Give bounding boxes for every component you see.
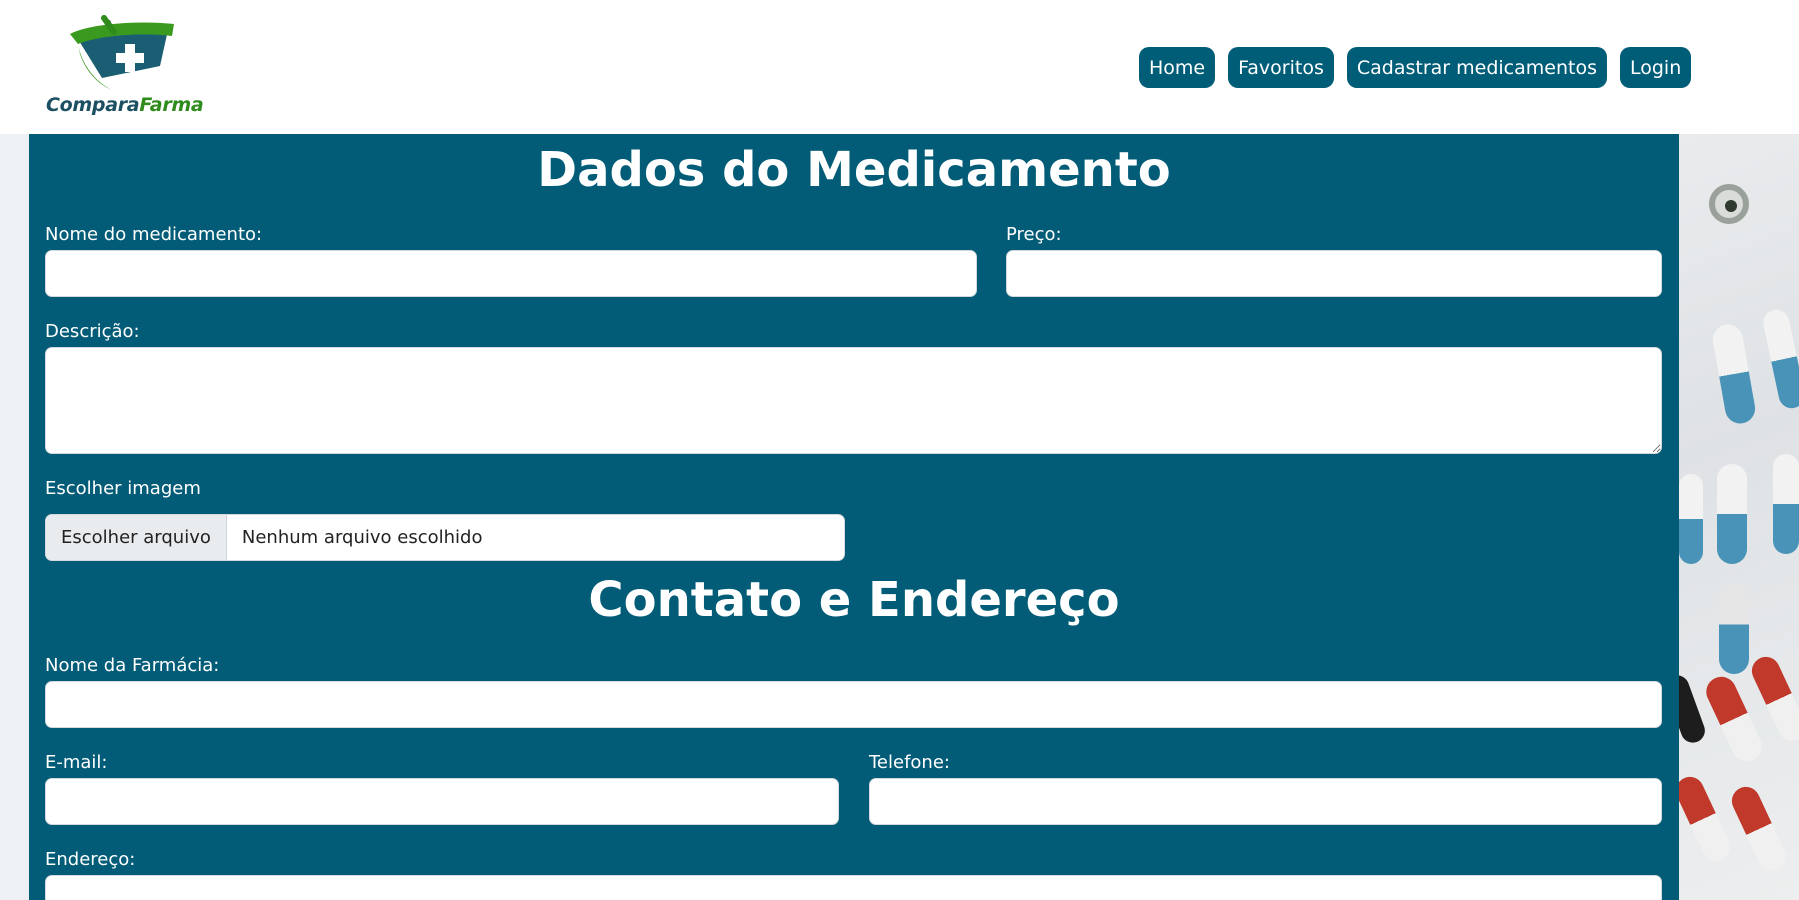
file-status: Nenhum arquivo escolhido (241, 527, 483, 548)
nome-medicamento-label: Nome do medicamento: (45, 224, 263, 245)
brand-name-part1: Compara (46, 94, 140, 116)
descricao-textarea[interactable] (45, 347, 1662, 454)
farmacia-label: Nome da Farmácia: (45, 655, 220, 676)
site-header: ComparaFarma Home Favoritos Cadastrar me… (0, 0, 1799, 134)
nav-login-button[interactable]: Login (1619, 47, 1692, 88)
telefone-input[interactable] (869, 778, 1662, 825)
brand-name-part2: Farma (139, 94, 204, 116)
imagem-label: Escolher imagem (45, 478, 201, 499)
farmacia-input[interactable] (45, 681, 1662, 728)
nav-favoritos-button[interactable]: Favoritos (1228, 47, 1334, 88)
telefone-label: Telefone: (869, 752, 950, 773)
logo[interactable]: ComparaFarma (44, 14, 204, 122)
nav-home-button[interactable]: Home (1139, 47, 1216, 88)
image-file-input[interactable]: Escolher arquivo Nenhum arquivo escolhid… (45, 514, 845, 561)
preco-label: Preço: (1006, 224, 1062, 245)
form-panel: Dados do Medicamento Nome do medicamento… (29, 134, 1679, 900)
preco-input[interactable] (1006, 250, 1662, 297)
endereco-label: Endereço: (45, 849, 136, 870)
section-title-contato: Contato e Endereço (588, 572, 1120, 628)
nav-cadastrar-button[interactable]: Cadastrar medicamentos (1346, 47, 1607, 88)
email-input[interactable] (45, 778, 839, 825)
pharmacy-basket-icon (70, 15, 174, 90)
pills-background-image (1679, 134, 1799, 900)
nome-medicamento-input[interactable] (45, 250, 977, 297)
section-title-medicamento: Dados do Medicamento (537, 142, 1171, 198)
choose-file-button[interactable]: Escolher arquivo (46, 515, 227, 560)
main-nav: Home Favoritos Cadastrar medicamentos Lo… (1139, 47, 1692, 88)
email-label: E-mail: (45, 752, 108, 773)
brand-name: ComparaFarma (46, 94, 204, 116)
descricao-label: Descrição: (45, 321, 140, 342)
endereco-input[interactable] (45, 875, 1662, 900)
